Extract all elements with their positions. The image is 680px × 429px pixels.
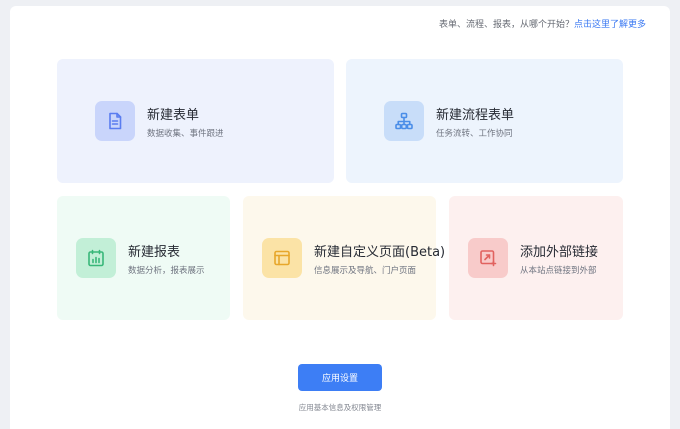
card-subtitle: 任务流转、工作协同 [436,129,513,139]
help-hint-text: 表单、流程、报表，从哪个开始？ [438,20,574,30]
custom-page-icon [262,238,302,278]
create-workflow-form-card[interactable]: 新建流程表单 任务流转、工作协同 [346,59,623,183]
card-title: 添加外部链接 [520,245,599,260]
card-title: 新建自定义页面(Beta) [314,245,446,260]
card-title: 新建表单 [147,108,200,123]
create-form-card[interactable]: 新建表单 数据收集、事件跟进 [57,59,334,183]
card-subtitle: 从本站点链接到外部 [520,266,597,276]
learn-more-link[interactable]: 点击这里了解更多 [574,20,646,30]
card-title: 新建报表 [128,245,181,260]
external-link-icon [468,238,508,278]
main-panel: 表单、流程、报表，从哪个开始？点击这里了解更多 新建表单 数据收集、事件跟进 新… [10,6,670,429]
report-chart-icon [76,238,116,278]
create-report-card[interactable]: 新建报表 数据分析，报表展示 [57,196,230,320]
create-custom-page-card[interactable]: 新建自定义页面(Beta) 信息展示及导航、门户页面 [243,196,445,320]
card-subtitle: 数据分析，报表展示 [128,266,205,276]
help-hint: 表单、流程、报表，从哪个开始？点击这里了解更多 [439,17,646,30]
app-settings-description: 应用基本信息及权限管理 [298,403,382,412]
card-subtitle: 信息展示及导航、门户页面 [314,266,417,276]
form-document-icon [95,101,135,141]
card-subtitle: 数据收集、事件跟进 [147,129,224,139]
add-external-link-card[interactable]: 添加外部链接 从本站点链接到外部 [449,196,623,320]
card-title: 新建流程表单 [436,108,515,123]
app-settings-button[interactable]: 应用设置 [298,364,382,391]
workflow-tree-icon [384,101,424,141]
